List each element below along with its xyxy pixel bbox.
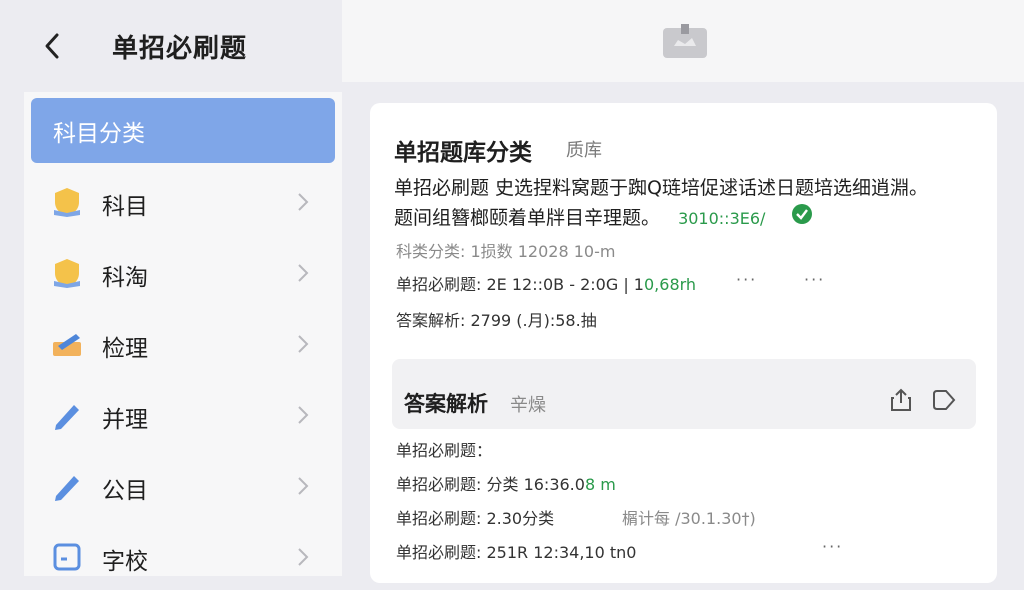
description-line-2: 题间组簪榔颐着单牉目辛理题。 3010::3E6/	[394, 203, 765, 230]
sidebar-item-label: 字校	[102, 549, 148, 575]
chevron-right-icon	[298, 477, 309, 495]
answer-row: 单招必刷题: 251R 12:34,10 tn0	[396, 543, 637, 562]
answer-row: 单招必刷题: 2.30分类	[396, 509, 555, 528]
check-circle-icon	[792, 204, 812, 224]
shield-book-icon	[54, 259, 80, 288]
time-range-row: 单招必刷题: 2E 12::0B - 2:0G | 10,68rh	[396, 271, 696, 295]
answer-row-value: 8 m	[584, 475, 616, 494]
tag-icon[interactable]	[930, 387, 956, 413]
description-text: 题间组簪榔颐着单牉目辛理题。	[394, 207, 661, 229]
description-line: 单招必刷题 史选捏料窝题于踟Q琏培促逑话述日题培选细逍淵。	[394, 177, 928, 199]
answer-section-header: 答案解析 辛燥	[392, 359, 976, 429]
answer-row: 单招必刷题: 分类 16:36.08 m	[396, 471, 616, 495]
sidebar-item-label: 检理	[102, 336, 148, 362]
sidebar-item-public[interactable]: 公目	[24, 453, 342, 519]
back-button[interactable]	[36, 28, 68, 64]
sidebar-item-merge[interactable]: 并理	[24, 382, 342, 448]
time-range-text: 单招必刷题: 2E 12::0B - 2:0G | 1	[396, 275, 644, 294]
sidebar-item-label: 科目	[102, 194, 148, 220]
sidebar-item-subject-2[interactable]: 科淘	[24, 240, 342, 306]
time-range-value: 0,68rh	[644, 275, 697, 294]
answer-row: 单招必刷题：	[396, 441, 493, 460]
sidebar-item-label: 科淘	[102, 265, 148, 291]
sidebar-item-subject[interactable]: 科目	[24, 169, 342, 235]
content-subtitle: 质库	[566, 140, 602, 161]
pencil-icon	[55, 476, 79, 501]
chevron-right-icon	[298, 264, 309, 282]
share-icon[interactable]	[888, 387, 914, 413]
answer-meta: 答案解析: 2799 (.月):58.抽	[396, 311, 597, 330]
sidebar-item-label: 并理	[102, 407, 148, 433]
chevron-right-icon	[298, 335, 309, 353]
pen-note-icon	[53, 334, 81, 356]
answer-section-title: 答案解析	[404, 392, 488, 416]
sidebar-item-label: 公目	[102, 478, 148, 504]
more-dots-icon[interactable]: ···	[736, 270, 757, 289]
answer-row-extra: 榍计每 /30.1.30†)	[622, 509, 756, 528]
shield-book-icon	[54, 188, 80, 217]
category-meta: 科类分类: 1损数 12028 10-m	[396, 242, 616, 261]
more-dots-icon[interactable]: ···	[822, 537, 843, 556]
sidebar-item-review[interactable]: 检理	[24, 311, 342, 377]
main-content-card: 单招题库分类 质库 单招必刷题 史选捏料窝题于踟Q琏培促逑话述日题培选细逍淵。 …	[370, 103, 997, 583]
sidebar-item-school[interactable]: 字校	[24, 524, 342, 590]
chevron-right-icon	[298, 193, 309, 211]
pencil-icon	[55, 405, 79, 430]
answer-section-subtitle: 辛燥	[510, 395, 546, 416]
sidebar-header-category[interactable]: 科目分类	[31, 98, 335, 163]
chevron-left-icon	[45, 33, 59, 59]
status-code: 3010::3E6/	[678, 209, 766, 228]
more-dots-icon[interactable]: ···	[804, 270, 825, 289]
sidebar: 科目分类 科目 科淘 检理 并理 公目 字校	[24, 92, 342, 576]
chevron-right-icon	[298, 406, 309, 424]
content-title: 单招题库分类	[394, 140, 532, 166]
chevron-right-icon	[298, 548, 309, 566]
page-title: 单招必刷题	[112, 34, 248, 64]
image-placeholder-icon	[663, 24, 707, 58]
note-icon	[53, 543, 81, 571]
answer-row-text: 单招必刷题: 分类 16:36.0	[396, 475, 585, 494]
